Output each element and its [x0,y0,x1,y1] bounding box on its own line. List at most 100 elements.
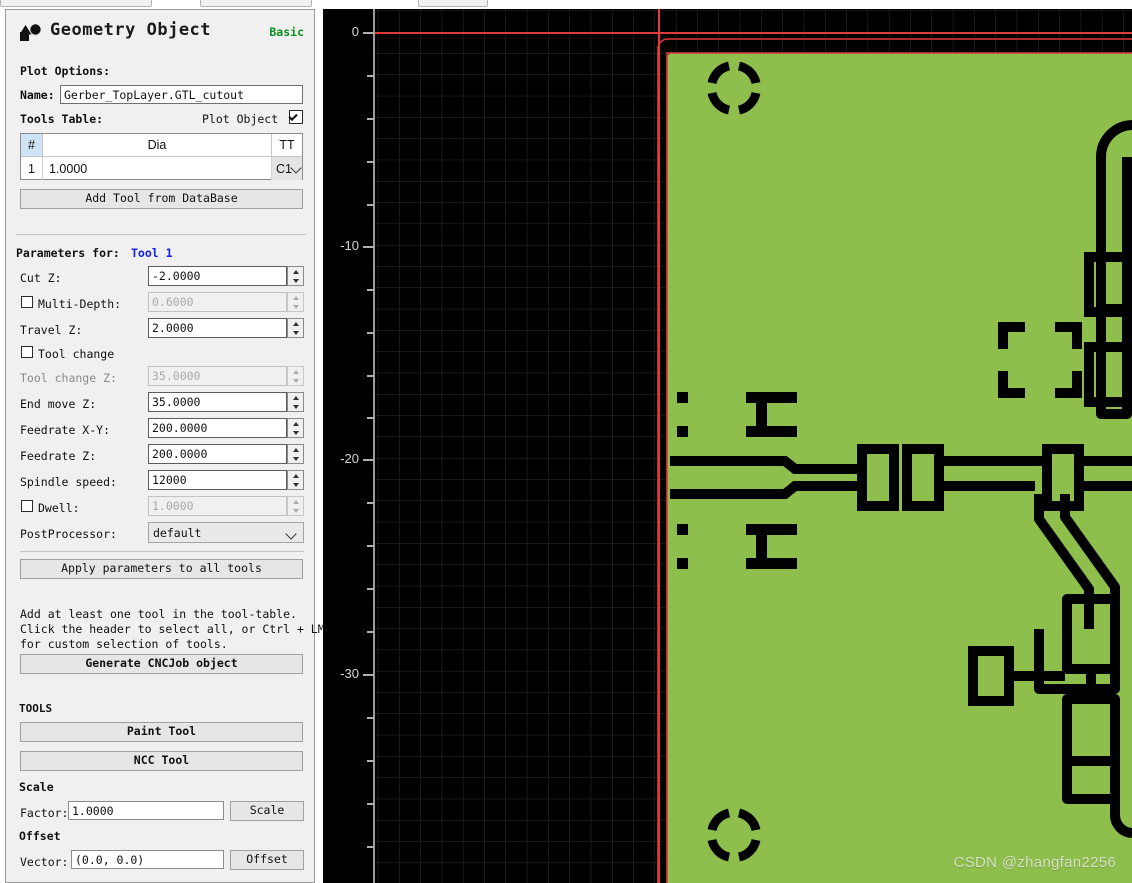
toolbar-chunk-3[interactable] [418,0,488,7]
feedrate-z-input[interactable]: 200.0000 [148,444,287,464]
plot-region[interactable] [375,9,1132,883]
tool-change-z-stepper[interactable]: 35.0000 [148,366,304,386]
spindle-speed-decrement[interactable] [288,480,303,489]
apply-parameters-button[interactable]: Apply parameters to all tools [20,559,303,579]
dwell-input[interactable]: 1.0000 [148,496,287,516]
feedrate-xy-decrement[interactable] [288,428,303,437]
divider-1 [16,234,306,235]
y-tick-major [363,674,374,676]
tool-change-z-input[interactable]: 35.0000 [148,366,287,386]
tools-table-label: Tools Table: [20,112,104,126]
cut-z-decrement[interactable] [288,276,303,285]
cut-z-increment[interactable] [288,267,303,276]
multi-depth-increment[interactable] [288,293,303,302]
tool-change-z-decrement[interactable] [288,376,303,385]
multi-depth-label: Multi-Depth: [38,297,122,311]
tool-change-z-increment[interactable] [288,367,303,376]
toolbar-chunk-2[interactable] [200,0,312,7]
travel-z-stepper[interactable]: 2.0000 [148,318,304,338]
table-header-index[interactable]: # [21,134,43,157]
hint-line-1: Add at least one tool in the tool-table. [20,607,297,621]
factor-label: Factor: [20,806,69,820]
end-move-z-increment[interactable] [288,393,303,402]
vector-input[interactable]: (0.0, 0.0) [71,850,224,869]
cut-z-input[interactable]: -2.0000 [148,266,287,286]
toolbar-chunk-1[interactable] [0,0,152,7]
ncc-tool-button[interactable]: NCC Tool [20,751,303,771]
board-outline-marker [657,38,1132,883]
generate-cncjob-button[interactable]: Generate CNCJob object [20,654,303,674]
end-move-z-input[interactable]: 35.0000 [148,392,287,412]
page-title: Geometry Object [50,20,212,40]
name-label: Name: [20,88,55,102]
y-tick-label-0: 0 [351,24,359,39]
name-input[interactable]: Gerber_TopLayer.GTL_cutout [60,85,303,104]
scale-button[interactable]: Scale [230,801,304,821]
plot-object-label: Plot Object [202,112,279,126]
plot-canvas[interactable]: 0 -10 -20 -30 CSDN @zhangfan2256 [323,9,1132,883]
dwell-decrement[interactable] [288,506,303,515]
spindle-speed-label: Spindle speed: [20,475,117,489]
y-tick-minor [367,161,374,163]
tt-value: C1 [276,161,292,176]
table-row[interactable]: 1 [21,157,43,180]
y-tick-minor [367,118,374,120]
feedrate-xy-input[interactable]: 200.0000 [148,418,287,438]
vector-label: Vector: [20,855,69,869]
table-header-dia[interactable]: Dia [43,134,272,157]
dwell-checkbox[interactable] [21,500,33,512]
feedrate-xy-increment[interactable] [288,419,303,428]
dwell-stepper[interactable]: 1.0000 [148,496,304,516]
postprocessor-select[interactable]: default [148,522,304,543]
cut-z-label: Cut Z: [20,271,62,285]
cut-z-stepper[interactable]: -2.0000 [148,266,304,286]
y-tick-minor [367,502,374,504]
multi-depth-decrement[interactable] [288,302,303,311]
y-tick-label-m30: -30 [340,666,359,681]
end-move-z-stepper[interactable]: 35.0000 [148,392,304,412]
feedrate-z-increment[interactable] [288,445,303,454]
travel-z-increment[interactable] [288,319,303,328]
feedrate-z-label: Feedrate Z: [20,449,97,463]
offset-section-label: Offset [19,829,61,843]
table-cell-dia[interactable]: 1.0000 [43,157,272,180]
tool-change-checkbox[interactable] [21,346,33,358]
tools-table[interactable]: # Dia TT 1 1.0000 C1 [20,133,303,180]
scale-section-label: Scale [19,780,54,794]
y-tick-major [363,32,374,34]
end-move-z-decrement[interactable] [288,402,303,411]
multi-depth-stepper[interactable]: 0.6000 [148,292,304,312]
postprocessor-label: PostProcessor: [20,527,117,541]
geometry-object-panel: Geometry Object Basic Plot Options: Name… [5,9,332,883]
table-header-tt[interactable]: TT [272,134,302,157]
dwell-increment[interactable] [288,497,303,506]
y-tick-minor [367,332,374,334]
feedrate-z-stepper[interactable]: 200.0000 [148,444,304,464]
y-tick-minor [367,803,374,805]
spindle-speed-stepper[interactable]: 12000 [148,470,304,490]
divider-2 [20,551,304,552]
feedrate-z-decrement[interactable] [288,454,303,463]
table-cell-tt[interactable]: C1 [272,157,302,180]
spindle-speed-input[interactable]: 12000 [148,470,287,490]
top-toolbar-strip [0,0,1132,9]
travel-z-decrement[interactable] [288,328,303,337]
y-tick-major [363,246,374,248]
y-tick-minor [367,417,374,419]
y-tick-minor [367,289,374,291]
plot-object-checkbox[interactable] [289,110,303,124]
paint-tool-button[interactable]: Paint Tool [20,722,303,742]
factor-input[interactable]: 1.0000 [68,801,224,820]
y-tick-major [363,459,374,461]
multi-depth-input[interactable]: 0.6000 [148,292,287,312]
add-tool-from-database-button[interactable]: Add Tool from DataBase [20,189,303,209]
multi-depth-checkbox[interactable] [21,296,33,308]
feedrate-xy-label: Feedrate X-Y: [20,423,111,437]
parameters-tool-name: Tool 1 [131,246,173,260]
spindle-speed-increment[interactable] [288,471,303,480]
feedrate-xy-stepper[interactable]: 200.0000 [148,418,304,438]
travel-z-input[interactable]: 2.0000 [148,318,287,338]
y-tick-label-m20: -20 [340,451,359,466]
offset-button[interactable]: Offset [230,850,304,870]
y-tick-minor [367,545,374,547]
